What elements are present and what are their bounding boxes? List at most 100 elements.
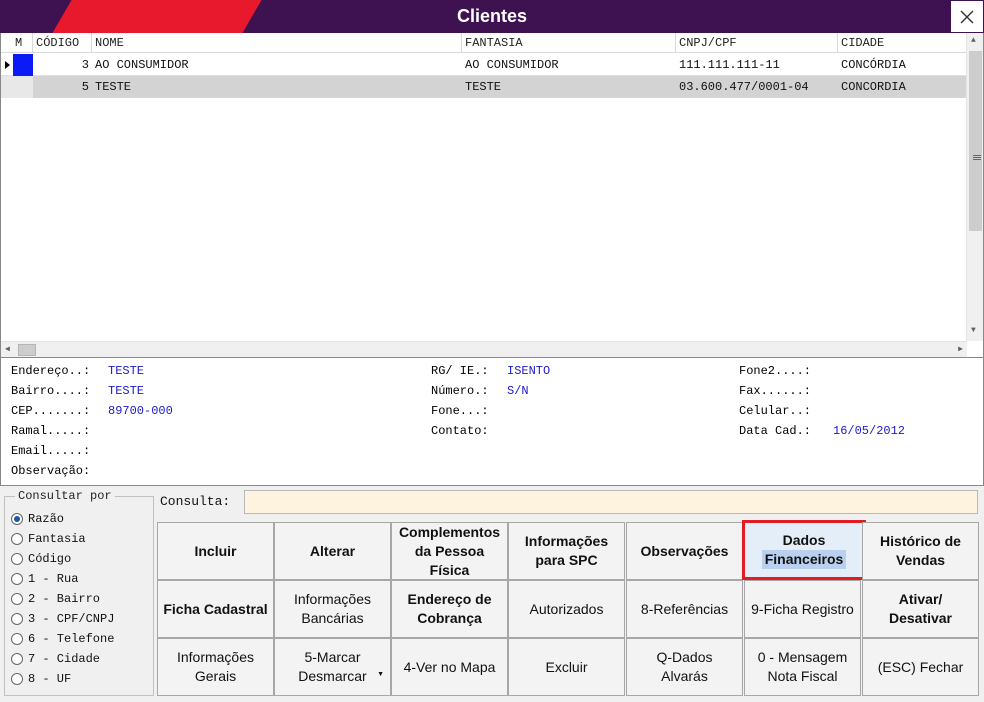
consultar-por-group: Consultar por Razão Fantasia Código 1 - …: [4, 489, 154, 696]
horizontal-scrollbar[interactable]: ◀ ▶: [1, 341, 967, 357]
dropdown-arrow-icon[interactable]: ▼: [377, 665, 384, 684]
radio-cpf-cnpj[interactable]: 3 - CPF/CNPJ: [11, 610, 114, 628]
radio-bairro[interactable]: 2 - Bairro: [11, 590, 100, 608]
client-details-panel: Endereço..: TESTE Bairro....: TESTE CEP.…: [0, 357, 984, 486]
close-icon: [960, 10, 974, 23]
col-header-cnpj[interactable]: CNPJ/CPF: [676, 33, 838, 53]
rg-label: RG/ IE.:: [431, 364, 489, 378]
incluir-button[interactable]: Incluir: [157, 522, 274, 580]
radio-icon[interactable]: [11, 553, 23, 565]
numero-label: Número.:: [431, 384, 489, 398]
radio-icon[interactable]: [11, 633, 23, 645]
radio-razao[interactable]: Razão: [11, 510, 64, 528]
radio-codigo[interactable]: Código: [11, 550, 71, 568]
radio-rua[interactable]: 1 - Rua: [11, 570, 78, 588]
radio-telefone[interactable]: 6 - Telefone: [11, 630, 114, 648]
horizontal-scroll-thumb[interactable]: [18, 344, 36, 356]
mark-cell[interactable]: [13, 54, 33, 76]
table-row[interactable]: 5 TESTE TESTE 03.600.477/0001-04 CONCORD…: [1, 76, 967, 98]
scroll-up-icon[interactable]: ▲: [971, 36, 976, 45]
autorizados-button[interactable]: Autorizados: [508, 580, 625, 638]
consultar-por-legend: Consultar por: [15, 489, 115, 503]
radio-fantasia[interactable]: Fantasia: [11, 530, 86, 548]
observacao-label: Observação:: [11, 464, 91, 478]
radio-icon[interactable]: [11, 673, 23, 685]
radio-icon[interactable]: [11, 593, 23, 605]
cell-codigo: 5: [81, 80, 89, 94]
cell-cidade: CONCÓRDIA: [841, 58, 906, 72]
informacoes-gerais-button[interactable]: Informações Gerais: [157, 638, 274, 696]
radio-icon[interactable]: [11, 653, 23, 665]
cell-cnpj: 111.111.111-11: [679, 58, 780, 72]
table-row[interactable]: 3 AO CONSUMIDOR AO CONSUMIDOR 111.111.11…: [1, 54, 967, 76]
ativar-desativar-button[interactable]: Ativar/Desativar: [862, 580, 979, 638]
cell-cnpj: 03.600.477/0001-04: [679, 80, 809, 94]
col-header-m[interactable]: M: [13, 33, 33, 53]
close-button[interactable]: [950, 0, 984, 33]
cell-nome: TESTE: [95, 80, 132, 94]
radio-cidade[interactable]: 7 - Cidade: [11, 650, 100, 668]
bairro-value: TESTE: [108, 384, 145, 398]
fechar-button[interactable]: (ESC) Fechar: [862, 638, 979, 696]
ficha-cadastral-button[interactable]: Ficha Cadastral: [157, 580, 274, 638]
title-bar: Clientes: [0, 0, 984, 33]
dados-alvaras-button[interactable]: Q-Dados Alvarás: [626, 638, 743, 696]
cep-label: CEP.......:: [11, 404, 91, 418]
endereco-label: Endereço..:: [11, 364, 91, 378]
consulta-input[interactable]: [244, 490, 978, 514]
referencias-button[interactable]: 8-Referências: [626, 580, 743, 638]
dados-financeiros-button[interactable]: Dados Financeiros: [742, 520, 866, 580]
scroll-down-icon[interactable]: ▼: [971, 326, 976, 335]
cell-fantasia: TESTE: [465, 80, 502, 94]
clients-grid[interactable]: M CÓDIGO NOME FANTASIA CNPJ/CPF CIDADE 3…: [0, 33, 984, 357]
grip-icon: [973, 155, 981, 156]
endereco-value: TESTE: [108, 364, 145, 378]
window-title: Clientes: [456, 6, 528, 26]
radio-selected-icon[interactable]: [11, 513, 23, 525]
cell-codigo: 3: [81, 58, 89, 72]
contato-label: Contato:: [431, 424, 489, 438]
bairro-label: Bairro....:: [11, 384, 91, 398]
cell-fantasia: AO CONSUMIDOR: [465, 58, 559, 72]
numero-value: S/N: [507, 384, 529, 398]
vertical-scroll-thumb[interactable]: [969, 51, 982, 231]
historico-vendas-button[interactable]: Histórico de Vendas: [862, 522, 979, 580]
informacoes-bancarias-button[interactable]: Informações Bancárias: [274, 580, 391, 638]
cell-nome: AO CONSUMIDOR: [95, 58, 189, 72]
email-label: Email.....:: [11, 444, 91, 458]
col-header-fantasia[interactable]: FANTASIA: [462, 33, 676, 53]
alterar-button[interactable]: Alterar: [274, 522, 391, 580]
rg-value: ISENTO: [507, 364, 551, 378]
radio-icon[interactable]: [11, 613, 23, 625]
grid-header: M CÓDIGO NOME FANTASIA CNPJ/CPF CIDADE: [1, 33, 967, 53]
consulta-label: Consulta:: [160, 494, 231, 509]
col-header-codigo[interactable]: CÓDIGO: [33, 33, 92, 53]
informacoes-spc-button[interactable]: Informações para SPC: [508, 522, 625, 580]
ficha-registro-button[interactable]: 9-Ficha Registro: [744, 580, 861, 638]
radio-icon[interactable]: [11, 573, 23, 585]
fax-label: Fax......:: [739, 384, 812, 398]
celular-label: Celular..:: [739, 404, 812, 418]
scroll-left-icon[interactable]: ◀: [5, 344, 10, 354]
ver-no-mapa-button[interactable]: 4-Ver no Mapa: [391, 638, 508, 696]
radio-uf[interactable]: 8 - UF: [11, 670, 71, 688]
observacoes-button[interactable]: Observações: [626, 522, 743, 580]
mark-cell[interactable]: [1, 76, 33, 98]
fone-label: Fone...:: [431, 404, 489, 418]
complementos-button[interactable]: Complementos da Pessoa Física: [391, 522, 508, 580]
cep-value: 89700-000: [108, 404, 173, 418]
col-header-nome[interactable]: NOME: [92, 33, 462, 53]
current-row-indicator-icon: [1, 54, 13, 76]
ramal-label: Ramal.....:: [11, 424, 91, 438]
scroll-right-icon[interactable]: ▶: [958, 344, 963, 354]
datacad-label: Data Cad.:: [739, 424, 812, 438]
vertical-scrollbar[interactable]: ▲ ▼: [966, 33, 983, 341]
datacad-value: 16/05/2012: [833, 424, 906, 438]
endereco-cobranca-button[interactable]: Endereço de Cobrança: [391, 580, 508, 638]
marcar-desmarcar-button[interactable]: 5-Marcar Desmarcar ▼: [274, 638, 391, 696]
radio-icon[interactable]: [11, 533, 23, 545]
cell-cidade: CONCORDIA: [841, 80, 906, 94]
excluir-button[interactable]: Excluir: [508, 638, 625, 696]
col-header-cidade[interactable]: CIDADE: [838, 33, 967, 53]
mensagem-nota-fiscal-button[interactable]: 0 - Mensagem Nota Fiscal: [744, 638, 861, 696]
